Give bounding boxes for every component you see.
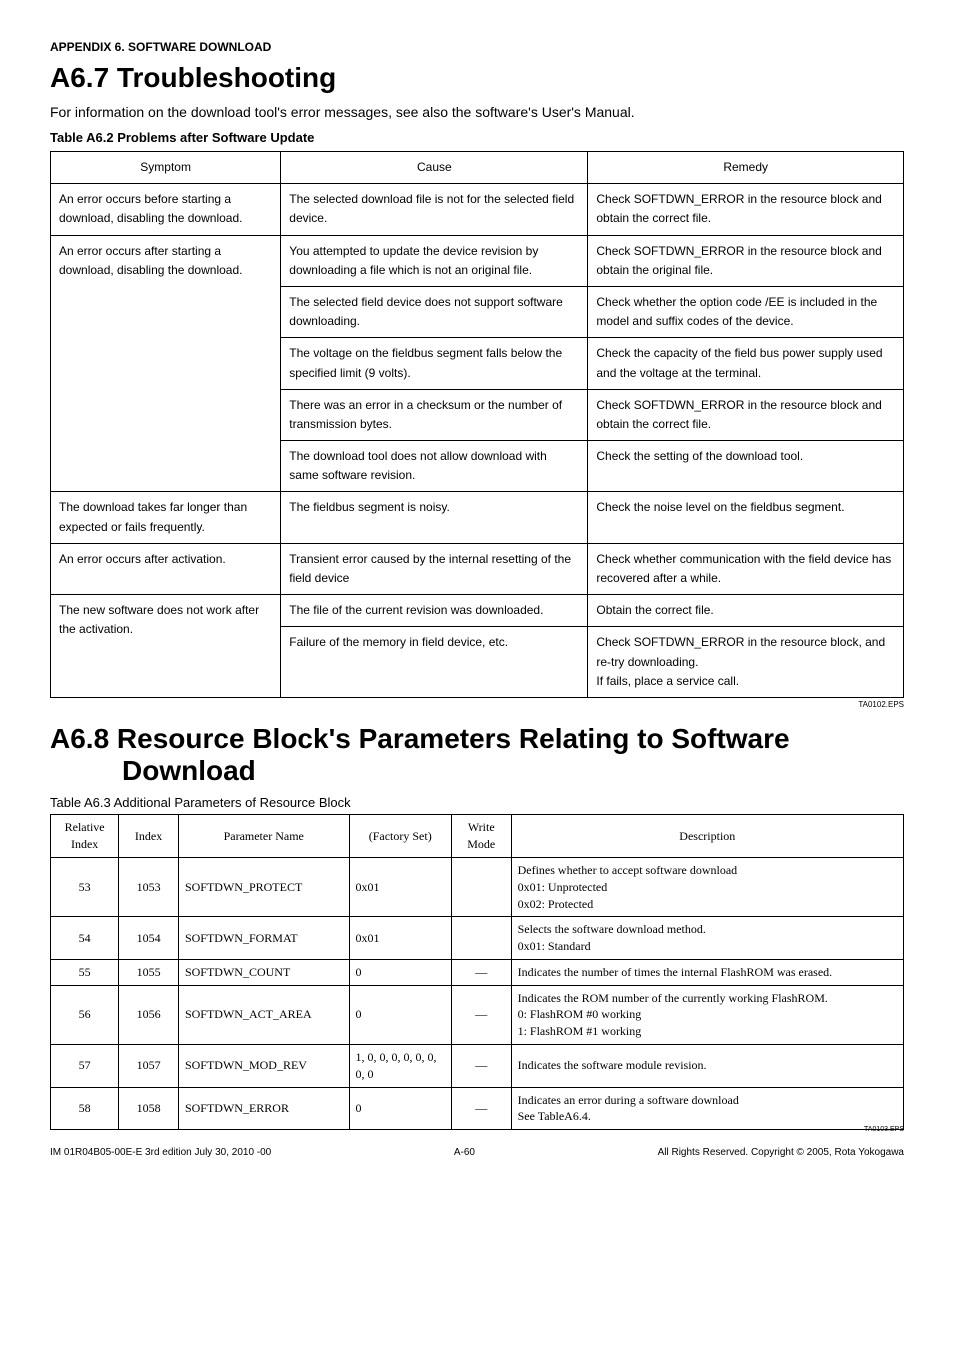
table-row: 54 1054 SOFTDWN_FORMAT 0x01 Selects the … [51, 917, 904, 960]
cell-remedy: Check the setting of the download tool. [588, 441, 904, 492]
cell-remedy: Check SOFTDWN_ERROR in the resource bloc… [588, 235, 904, 286]
cell-fs: 0 [349, 959, 451, 985]
cell-name: SOFTDWN_ACT_AREA [178, 985, 349, 1044]
cell-remedy: Check the capacity of the field bus powe… [588, 338, 904, 389]
table-a6-2-caption: Table A6.2 Problems after Software Updat… [50, 130, 904, 145]
cell-wm [451, 857, 511, 916]
params-table: Relative Index Index Parameter Name (Fac… [50, 814, 904, 1130]
cell-desc: Indicates the number of times the intern… [511, 959, 903, 985]
col-parameter-name: Parameter Name [178, 815, 349, 858]
cell-desc: Indicates the ROM number of the currentl… [511, 985, 903, 1044]
cell-symptom: The download takes far longer than expec… [51, 492, 281, 543]
table-header-row: Relative Index Index Parameter Name (Fac… [51, 815, 904, 858]
table-row: 58 1058 SOFTDWN_ERROR 0 — Indicates an e… [51, 1087, 904, 1130]
cell-name: SOFTDWN_ERROR [178, 1087, 349, 1130]
cell-remedy: Check SOFTDWN_ERROR in the resource bloc… [588, 389, 904, 440]
cell-idx: 1053 [119, 857, 179, 916]
col-relative-index: Relative Index [51, 815, 119, 858]
intro-text: For information on the download tool's e… [50, 104, 904, 120]
table-row: The new software does not work after the… [51, 595, 904, 627]
table-header-row: Symptom Cause Remedy [51, 152, 904, 184]
col-symptom: Symptom [51, 152, 281, 184]
cell-name: SOFTDWN_COUNT [178, 959, 349, 985]
cell-fs: 0 [349, 1087, 451, 1130]
cell-cause: You attempted to update the device revis… [281, 235, 588, 286]
cell-symptom: The new software does not work after the… [51, 595, 281, 698]
cell-name: SOFTDWN_MOD_REV [178, 1045, 349, 1088]
eps-label: TA0102.EPS [50, 700, 904, 709]
table-row: An error occurs after starting a downloa… [51, 235, 904, 286]
cell-idx: 1056 [119, 985, 179, 1044]
cell-cause: Failure of the memory in field device, e… [281, 627, 588, 698]
cell-remedy: Check whether communication with the fie… [588, 543, 904, 594]
cell-symptom: An error occurs after activation. [51, 543, 281, 594]
cell-remedy: Obtain the correct file. [588, 595, 904, 627]
cell-cause: There was an error in a checksum or the … [281, 389, 588, 440]
eps-label-2: TA0103.EPS [50, 1126, 904, 1133]
cell-symptom: An error occurs before starting a downlo… [51, 184, 281, 235]
cell-cause: Transient error caused by the internal r… [281, 543, 588, 594]
cell-rel: 56 [51, 985, 119, 1044]
cell-rel: 54 [51, 917, 119, 960]
cell-remedy: Check SOFTDWN_ERROR in the resource bloc… [588, 627, 904, 698]
footer-mid: A-60 [271, 1147, 657, 1158]
cell-wm [451, 917, 511, 960]
cell-cause: The file of the current revision was dow… [281, 595, 588, 627]
cell-symptom: An error occurs after starting a downloa… [51, 235, 281, 492]
cell-wm: — [451, 959, 511, 985]
cell-remedy: Check SOFTDWN_ERROR in the resource bloc… [588, 184, 904, 235]
cell-wm: — [451, 1045, 511, 1088]
cell-fs: 0x01 [349, 917, 451, 960]
footer-left: IM 01R04B05-00E-E 3rd edition July 30, 2… [50, 1147, 271, 1158]
cell-fs: 1, 0, 0, 0, 0, 0, 0, 0, 0 [349, 1045, 451, 1088]
col-write-mode: Write Mode [451, 815, 511, 858]
cell-idx: 1055 [119, 959, 179, 985]
footer-right: All Rights Reserved. Copyright © 2005, R… [658, 1147, 904, 1158]
col-remedy: Remedy [588, 152, 904, 184]
table-row: 56 1056 SOFTDWN_ACT_AREA 0 — Indicates t… [51, 985, 904, 1044]
cell-idx: 1054 [119, 917, 179, 960]
table-row: An error occurs before starting a downlo… [51, 184, 904, 235]
col-index: Index [119, 815, 179, 858]
table-a6-3-caption: Table A6.3 Additional Parameters of Reso… [50, 795, 904, 810]
table-row: 55 1055 SOFTDWN_COUNT 0 — Indicates the … [51, 959, 904, 985]
cell-wm: — [451, 1087, 511, 1130]
cell-desc: Indicates the software module revision. [511, 1045, 903, 1088]
cell-fs: 0 [349, 985, 451, 1044]
problems-table: Symptom Cause Remedy An error occurs bef… [50, 151, 904, 698]
cell-remedy: Check the noise level on the fieldbus se… [588, 492, 904, 543]
cell-desc: Indicates an error during a software dow… [511, 1087, 903, 1130]
col-cause: Cause [281, 152, 588, 184]
cell-cause: The voltage on the fieldbus segment fall… [281, 338, 588, 389]
cell-name: SOFTDWN_FORMAT [178, 917, 349, 960]
cell-cause: The selected field device does not suppo… [281, 286, 588, 337]
table-row: 57 1057 SOFTDWN_MOD_REV 1, 0, 0, 0, 0, 0… [51, 1045, 904, 1088]
section-a6-8-title: A6.8 Resource Block's Parameters Relatin… [50, 723, 904, 787]
cell-idx: 1057 [119, 1045, 179, 1088]
table-row: An error occurs after activation. Transi… [51, 543, 904, 594]
cell-rel: 55 [51, 959, 119, 985]
cell-rel: 58 [51, 1087, 119, 1130]
cell-desc: Defines whether to accept software downl… [511, 857, 903, 916]
table-row: The download takes far longer than expec… [51, 492, 904, 543]
cell-idx: 1058 [119, 1087, 179, 1130]
cell-cause: The selected download file is not for th… [281, 184, 588, 235]
cell-rel: 53 [51, 857, 119, 916]
col-factory-set: (Factory Set) [349, 815, 451, 858]
section-a6-7-title: A6.7 Troubleshooting [50, 62, 904, 94]
cell-wm: — [451, 985, 511, 1044]
cell-name: SOFTDWN_PROTECT [178, 857, 349, 916]
cell-cause: The fieldbus segment is noisy. [281, 492, 588, 543]
cell-rel: 57 [51, 1045, 119, 1088]
table-row: 53 1053 SOFTDWN_PROTECT 0x01 Defines whe… [51, 857, 904, 916]
cell-desc: Selects the software download method. 0x… [511, 917, 903, 960]
cell-cause: The download tool does not allow downloa… [281, 441, 588, 492]
col-description: Description [511, 815, 903, 858]
appendix-header: APPENDIX 6. SOFTWARE DOWNLOAD [50, 40, 904, 54]
page-footer: IM 01R04B05-00E-E 3rd edition July 30, 2… [50, 1147, 904, 1158]
cell-fs: 0x01 [349, 857, 451, 916]
cell-remedy: Check whether the option code /EE is inc… [588, 286, 904, 337]
